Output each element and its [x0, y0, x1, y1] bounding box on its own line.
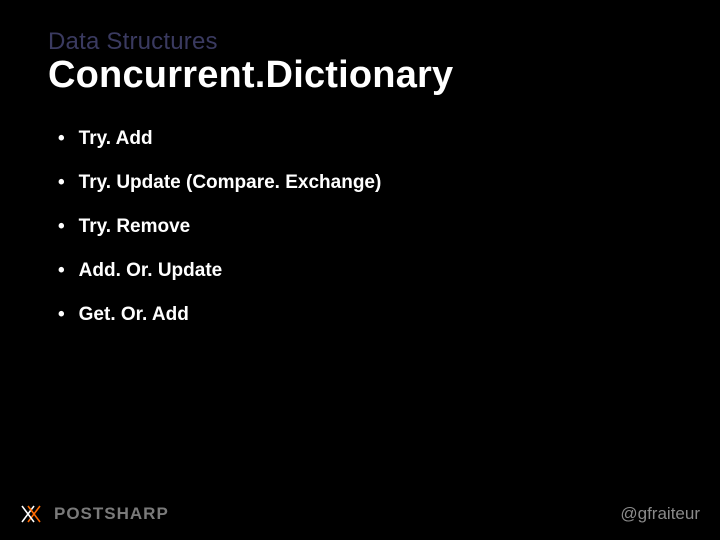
- bullet-dot-icon: •: [58, 173, 65, 192]
- list-item: • Get. Or. Add: [58, 304, 672, 326]
- logo: POSTSHARP: [20, 504, 169, 524]
- slide: Data Structures Concurrent.Dictionary • …: [0, 0, 720, 540]
- bullet-list: • Try. Add • Try. Update (Compare. Excha…: [58, 128, 672, 348]
- twitter-handle: @gfraiteur: [620, 504, 700, 524]
- slide-title: Concurrent.Dictionary: [48, 54, 453, 97]
- bullet-dot-icon: •: [58, 129, 65, 148]
- slide-eyebrow: Data Structures: [48, 28, 218, 56]
- bullet-dot-icon: •: [58, 305, 65, 324]
- list-item: • Try. Update (Compare. Exchange): [58, 172, 672, 194]
- list-item: • Try. Remove: [58, 216, 672, 238]
- list-item-label: Add. Or. Update: [79, 260, 223, 282]
- list-item: • Add. Or. Update: [58, 260, 672, 282]
- postsharp-logo-icon: [20, 504, 46, 524]
- list-item-label: Try. Remove: [79, 216, 191, 238]
- list-item-label: Get. Or. Add: [79, 304, 189, 326]
- list-item-label: Try. Update (Compare. Exchange): [79, 172, 382, 194]
- list-item-label: Try. Add: [79, 128, 153, 150]
- logo-text: POSTSHARP: [54, 504, 169, 524]
- list-item: • Try. Add: [58, 128, 672, 150]
- bullet-dot-icon: •: [58, 261, 65, 280]
- bullet-dot-icon: •: [58, 217, 65, 236]
- slide-footer: POSTSHARP @gfraiteur: [20, 504, 700, 524]
